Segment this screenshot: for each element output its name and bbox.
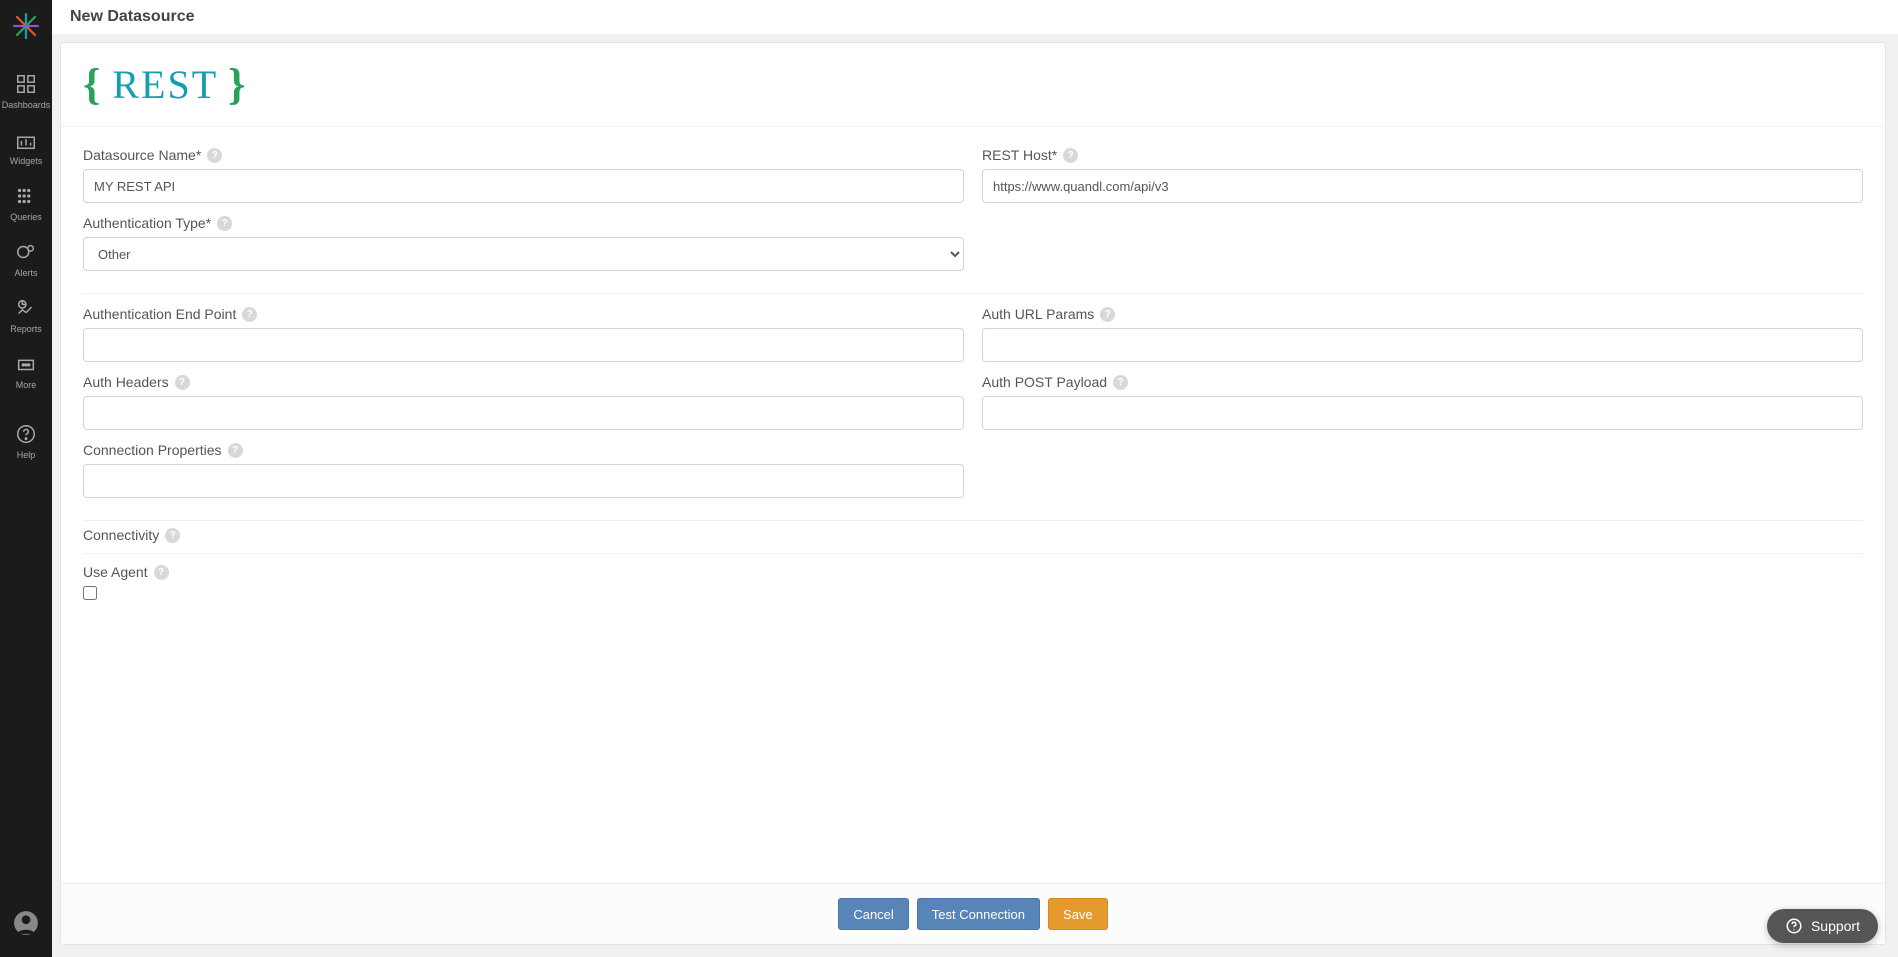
help-icon[interactable]: ? xyxy=(165,528,180,543)
cancel-button[interactable]: Cancel xyxy=(838,898,908,930)
app-logo[interactable] xyxy=(0,0,52,52)
sidebar-item-label: Dashboards xyxy=(2,100,51,110)
section-separator xyxy=(83,520,1863,521)
sidebar-item-label: Alerts xyxy=(14,268,37,278)
help-icon[interactable]: ? xyxy=(242,307,257,322)
save-button[interactable]: Save xyxy=(1048,898,1108,930)
sidebar-item-label: More xyxy=(16,380,37,390)
auth-post-payload-input[interactable] xyxy=(982,396,1863,430)
support-icon xyxy=(1785,917,1803,935)
help-icon[interactable]: ? xyxy=(1063,148,1078,163)
auth-type-label: Authentication Type* xyxy=(83,215,211,231)
help-icon[interactable]: ? xyxy=(175,375,190,390)
connection-properties-label: Connection Properties xyxy=(83,442,222,458)
sidebar-item-label: Help xyxy=(17,450,36,460)
use-agent-checkbox[interactable] xyxy=(83,586,97,600)
sidebar-item-dashboards[interactable]: Dashboards xyxy=(0,62,52,118)
widgets-icon xyxy=(14,128,38,152)
logo-icon xyxy=(11,11,41,41)
card-header: { REST } xyxy=(61,43,1885,127)
more-icon xyxy=(14,352,38,376)
card-body: Datasource Name* ? REST Host* ? xyxy=(61,127,1885,883)
support-button[interactable]: Support xyxy=(1767,909,1878,943)
auth-endpoint-input[interactable] xyxy=(83,328,964,362)
queries-icon xyxy=(14,184,38,208)
connectivity-label: Connectivity xyxy=(83,527,159,543)
support-label: Support xyxy=(1811,918,1860,934)
help-icon[interactable]: ? xyxy=(1113,375,1128,390)
sidebar-item-reports[interactable]: Reports xyxy=(0,286,52,342)
help-icon[interactable]: ? xyxy=(217,216,232,231)
help-icon xyxy=(14,422,38,446)
datasource-name-input[interactable] xyxy=(83,169,964,203)
auth-url-params-label: Auth URL Params xyxy=(982,306,1094,322)
sidebar-item-label: Reports xyxy=(10,324,42,334)
rest-host-label: REST Host* xyxy=(982,147,1057,163)
connection-properties-input[interactable] xyxy=(83,464,964,498)
card-footer: Cancel Test Connection Save xyxy=(61,883,1885,944)
test-connection-button[interactable]: Test Connection xyxy=(917,898,1040,930)
main: New Datasource { REST } Datasource Name* xyxy=(52,0,1898,957)
auth-post-payload-label: Auth POST Payload xyxy=(982,374,1107,390)
datasource-name-label: Datasource Name* xyxy=(83,147,201,163)
brace-left-icon: { xyxy=(83,63,102,107)
use-agent-label: Use Agent xyxy=(83,564,148,580)
auth-url-params-input[interactable] xyxy=(982,328,1863,362)
topbar: New Datasource xyxy=(52,0,1898,34)
sidebar-item-label: Widgets xyxy=(10,156,43,166)
alerts-icon xyxy=(14,240,38,264)
rest-logo-text: REST xyxy=(112,61,218,108)
content: { REST } Datasource Name* ? xyxy=(52,34,1898,957)
datasource-card: { REST } Datasource Name* ? xyxy=(60,42,1886,945)
help-icon[interactable]: ? xyxy=(154,565,169,580)
dashboards-icon xyxy=(14,72,38,96)
help-icon[interactable]: ? xyxy=(1100,307,1115,322)
user-avatar[interactable] xyxy=(0,897,52,949)
sidebar-item-queries[interactable]: Queries xyxy=(0,174,52,230)
auth-headers-label: Auth Headers xyxy=(83,374,169,390)
auth-type-select[interactable]: Other xyxy=(83,237,964,271)
sidebar-item-alerts[interactable]: Alerts xyxy=(0,230,52,286)
sidebar: Dashboards Widgets Queries Alerts Report… xyxy=(0,0,52,957)
auth-endpoint-label: Authentication End Point xyxy=(83,306,236,322)
page-title: New Datasource xyxy=(70,8,195,26)
brace-right-icon: } xyxy=(228,63,247,107)
help-icon[interactable]: ? xyxy=(207,148,222,163)
sidebar-item-widgets[interactable]: Widgets xyxy=(0,118,52,174)
reports-icon xyxy=(14,296,38,320)
rest-host-input[interactable] xyxy=(982,169,1863,203)
section-separator xyxy=(83,553,1863,554)
sidebar-item-more[interactable]: More xyxy=(0,342,52,398)
rest-logo: { REST } xyxy=(83,61,247,108)
auth-headers-input[interactable] xyxy=(83,396,964,430)
section-separator xyxy=(83,293,1863,294)
sidebar-item-help[interactable]: Help xyxy=(0,412,52,468)
help-icon[interactable]: ? xyxy=(228,443,243,458)
sidebar-item-label: Queries xyxy=(10,212,42,222)
